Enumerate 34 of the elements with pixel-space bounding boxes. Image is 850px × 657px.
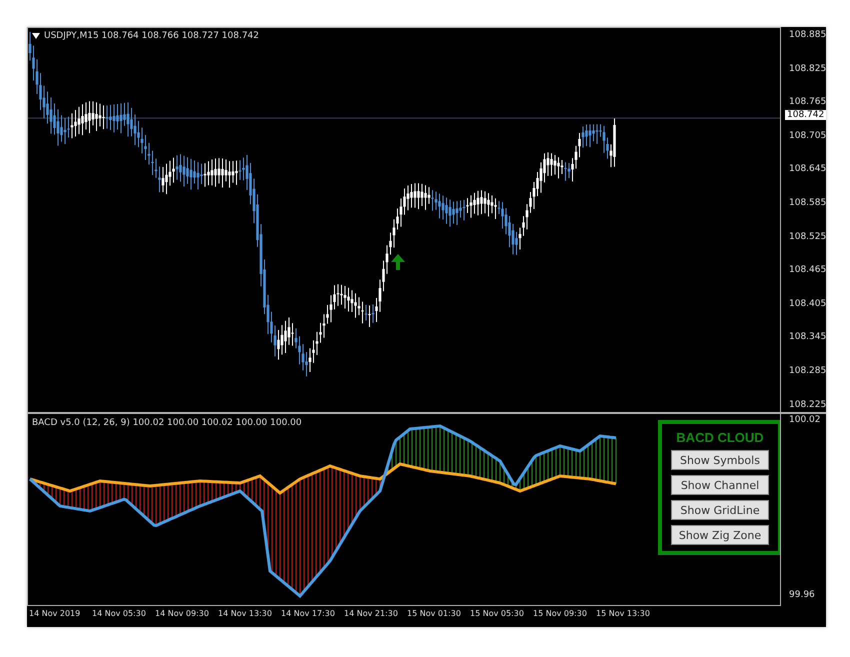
- time-label: 14 Nov 2019: [29, 609, 82, 618]
- price-label: 108.525: [789, 232, 826, 242]
- indicator-scale-label: 100.02: [789, 415, 820, 425]
- price-label: 108.345: [789, 332, 826, 342]
- price-label: 108.765: [789, 97, 826, 108]
- time-label: 15 Nov 09:30: [533, 609, 588, 618]
- current-price-label: 108.742: [785, 110, 826, 120]
- time-label: 14 Nov 13:30: [218, 609, 273, 618]
- dropdown-icon[interactable]: [32, 33, 40, 39]
- panel-button[interactable]: Show GridLine: [671, 500, 769, 520]
- price-label: 108.405: [789, 298, 826, 309]
- symbol-header: USDJPY,M15 108.764 108.766 108.727 108.742: [44, 31, 260, 41]
- time-label: 15 Nov 05:30: [470, 609, 525, 618]
- time-label: 15 Nov 01:30: [407, 609, 462, 618]
- price-label: 108.825: [789, 64, 826, 74]
- up-arrow-icon: [391, 254, 405, 270]
- price-label: 108.225: [789, 400, 826, 410]
- price-label: 108.585: [789, 198, 826, 208]
- panel-title: BACD CLOUD: [676, 430, 764, 445]
- price-label: 108.645: [789, 164, 826, 174]
- price-label: 108.705: [789, 130, 826, 141]
- time-label: 14 Nov 05:30: [92, 609, 147, 618]
- panel-button[interactable]: Show Symbols: [671, 450, 769, 470]
- panel-button[interactable]: Show Zig Zone: [671, 525, 769, 545]
- time-label: 14 Nov 09:30: [155, 609, 210, 618]
- time-label: 15 Nov 13:30: [596, 609, 651, 618]
- price-label: 108.465: [789, 265, 826, 276]
- indicator-header: BACD v5.0 (12, 26, 9) 100.02 100.00 100.02 100.00 100.00: [32, 418, 302, 428]
- time-label: 14 Nov 21:30: [344, 609, 399, 618]
- price-label: 108.285: [789, 366, 826, 376]
- time-label: 14 Nov 17:30: [281, 609, 336, 618]
- panel-button[interactable]: Show Channel: [671, 475, 769, 495]
- price-label: 108.885: [789, 30, 826, 40]
- indicator-scale-label: 99.96: [789, 590, 815, 600]
